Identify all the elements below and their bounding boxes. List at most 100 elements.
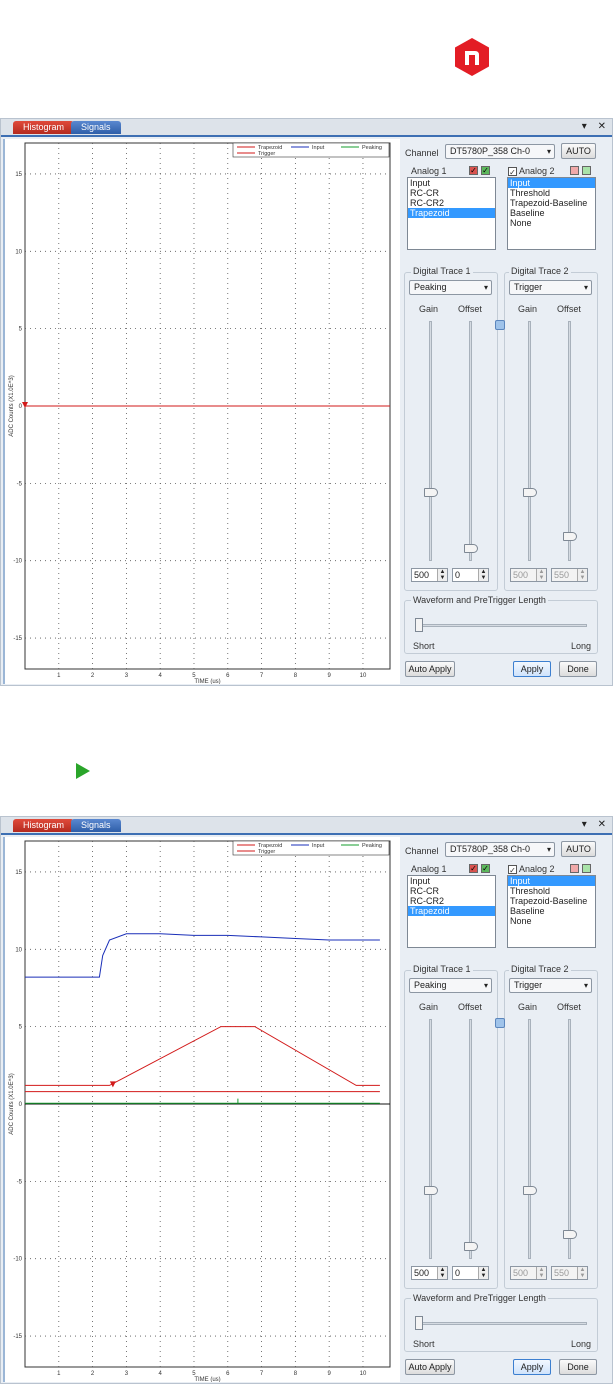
link-icon[interactable] [495,1018,505,1028]
short-label: Short [413,641,435,651]
offset1-slider-thumb[interactable] [464,1242,478,1251]
tab-menu-icon[interactable]: ▾ [582,819,587,830]
auto-button[interactable]: AUTO [561,143,596,159]
offset2-spinbox[interactable]: 550 ▲ ▼ [551,568,588,582]
gain2-slider-thumb[interactable] [523,1186,537,1195]
analog1-list-item[interactable]: RC-CR [408,886,495,896]
analog2-list-item[interactable]: None [508,916,595,926]
offset2-slider-track[interactable] [568,321,571,561]
analog1-list[interactable]: Input RC-CR RC-CR2 Trapezoid [407,177,496,250]
play-icon [76,763,90,779]
offset2-spinbox[interactable]: 550 ▲ ▼ [551,1266,588,1280]
auto-button[interactable]: AUTO [561,841,596,857]
analog1-color-red-swatch[interactable]: ✓ [469,864,478,873]
signals-panel: Histogram Signals ▾ ✕ 15 10 5 0 -5 -10 -15 1 2 3 4… [0,118,613,686]
analog2-list-item[interactable]: Trapezoid-Baseline [508,198,595,208]
gain2-spinbox[interactable]: 500 ▲ ▼ [510,568,547,582]
spin-arrows-icon[interactable]: ▲ ▼ [536,1267,546,1279]
analog2-list-item[interactable]: Baseline [508,208,595,218]
digital-trace1-select[interactable]: Peaking ▾ [409,978,492,993]
tab-histogram[interactable]: Histogram [13,819,75,832]
analog2-checkbox[interactable]: ✓ [508,167,517,177]
analog1-list-item[interactable]: RC-CR2 [408,896,495,906]
analog2-list[interactable]: Input Threshold Trapezoid-Baseline Baseline… [507,177,596,250]
tab-histogram[interactable]: Histogram [13,121,75,134]
analog1-list-item[interactable]: Trapezoid [408,208,495,218]
analog2-list-item[interactable]: Trapezoid-Baseline [508,896,595,906]
analog1-list-item[interactable]: Input [408,178,495,188]
analog2-list-item[interactable]: Baseline [508,906,595,916]
analog2-color-green-swatch[interactable] [582,166,591,175]
signal-plot: 15 10 5 0 -5 -10 -15 1 2 3 4 5 6 7 8 9 10 TIME (us) ADC Co… [3,139,400,684]
gain1-slider-track[interactable] [429,321,432,561]
tab-signals[interactable]: Signals [71,819,121,832]
analog1-list-item[interactable]: Input [408,876,495,886]
analog2-list-item[interactable]: Threshold [508,188,595,198]
auto-apply-button[interactable]: Auto Apply [405,1359,455,1375]
analog2-color-green-swatch[interactable] [582,864,591,873]
offset2-slider-thumb[interactable] [563,1230,577,1239]
offset2-value: 550 [554,570,570,580]
gain2-slider-track[interactable] [528,321,531,561]
analog2-list-item[interactable]: Input [508,178,595,188]
done-button[interactable]: Done [559,1359,597,1375]
analog1-list-item[interactable]: RC-CR [408,188,495,198]
digital-trace1-select[interactable]: Peaking ▾ [409,280,492,295]
offset1-spinbox[interactable]: 0 ▲ ▼ [452,568,489,582]
analog1-color-green-swatch[interactable]: ✓ [481,166,490,175]
waveform-slider-track[interactable] [415,1322,587,1325]
auto-apply-button[interactable]: Auto Apply [405,661,455,677]
gain2-slider-thumb[interactable] [523,488,537,497]
offset1-slider-thumb[interactable] [464,544,478,553]
offset1-spinbox[interactable]: 0 ▲ ▼ [452,1266,489,1280]
gain1-slider-track[interactable] [429,1019,432,1259]
analog2-list-item[interactable]: None [508,218,595,228]
analog1-color-red-swatch[interactable]: ✓ [469,166,478,175]
analog1-list-item[interactable]: RC-CR2 [408,198,495,208]
digital-trace2-value: Trigger [514,980,543,990]
spin-arrows-icon[interactable]: ▲ ▼ [536,569,546,581]
gain1-spinbox[interactable]: 500 ▲ ▼ [411,1266,448,1280]
analog2-list-item[interactable]: Input [508,876,595,886]
analog2-color-red-swatch[interactable] [570,864,579,873]
digital-trace2-select[interactable]: Trigger ▾ [509,280,592,295]
analog1-color-green-swatch[interactable]: ✓ [481,864,490,873]
tab-controls: ▾ ✕ [574,121,606,132]
tab-menu-icon[interactable]: ▾ [582,121,587,132]
spin-arrows-icon[interactable]: ▲ ▼ [577,569,587,581]
spin-arrows-icon[interactable]: ▲ ▼ [437,1267,447,1279]
waveform-slider-thumb[interactable] [415,618,423,632]
done-button[interactable]: Done [559,661,597,677]
gain1-slider-thumb[interactable] [424,1186,438,1195]
apply-button[interactable]: Apply [513,1359,551,1375]
close-icon[interactable]: ✕ [598,819,606,830]
analog2-color-red-swatch[interactable] [570,166,579,175]
waveform-slider-track[interactable] [415,624,587,627]
analog1-list-item[interactable]: Trapezoid [408,906,495,916]
gain1-slider-thumb[interactable] [424,488,438,497]
analog2-list-item[interactable]: Threshold [508,886,595,896]
gain2-spinbox[interactable]: 500 ▲ ▼ [510,1266,547,1280]
offset2-slider-thumb[interactable] [563,532,577,541]
digital-trace2-select[interactable]: Trigger ▾ [509,978,592,993]
offset1-slider-track[interactable] [469,1019,472,1259]
apply-button[interactable]: Apply [513,661,551,677]
close-icon[interactable]: ✕ [598,121,606,132]
analog1-list[interactable]: Input RC-CR RC-CR2 Trapezoid [407,875,496,948]
waveform-slider-thumb[interactable] [415,1316,423,1330]
tab-signals[interactable]: Signals [71,121,121,134]
spin-arrows-icon[interactable]: ▲ ▼ [478,569,488,581]
offset2-label: Offset [557,1002,581,1012]
gain2-slider-track[interactable] [528,1019,531,1259]
spin-arrows-icon[interactable]: ▲ ▼ [577,1267,587,1279]
link-icon[interactable] [495,320,505,330]
analog2-list[interactable]: Input Threshold Trapezoid-Baseline Baseline… [507,875,596,948]
offset2-slider-track[interactable] [568,1019,571,1259]
analog2-checkbox[interactable]: ✓ [508,865,517,875]
gain1-spinbox[interactable]: 500 ▲ ▼ [411,568,448,582]
spin-arrows-icon[interactable]: ▲ ▼ [437,569,447,581]
offset1-slider-track[interactable] [469,321,472,561]
channel-select[interactable]: DT5780P_358 Ch-0 ▾ [445,144,555,159]
spin-arrows-icon[interactable]: ▲ ▼ [478,1267,488,1279]
channel-select[interactable]: DT5780P_358 Ch-0 ▾ [445,842,555,857]
